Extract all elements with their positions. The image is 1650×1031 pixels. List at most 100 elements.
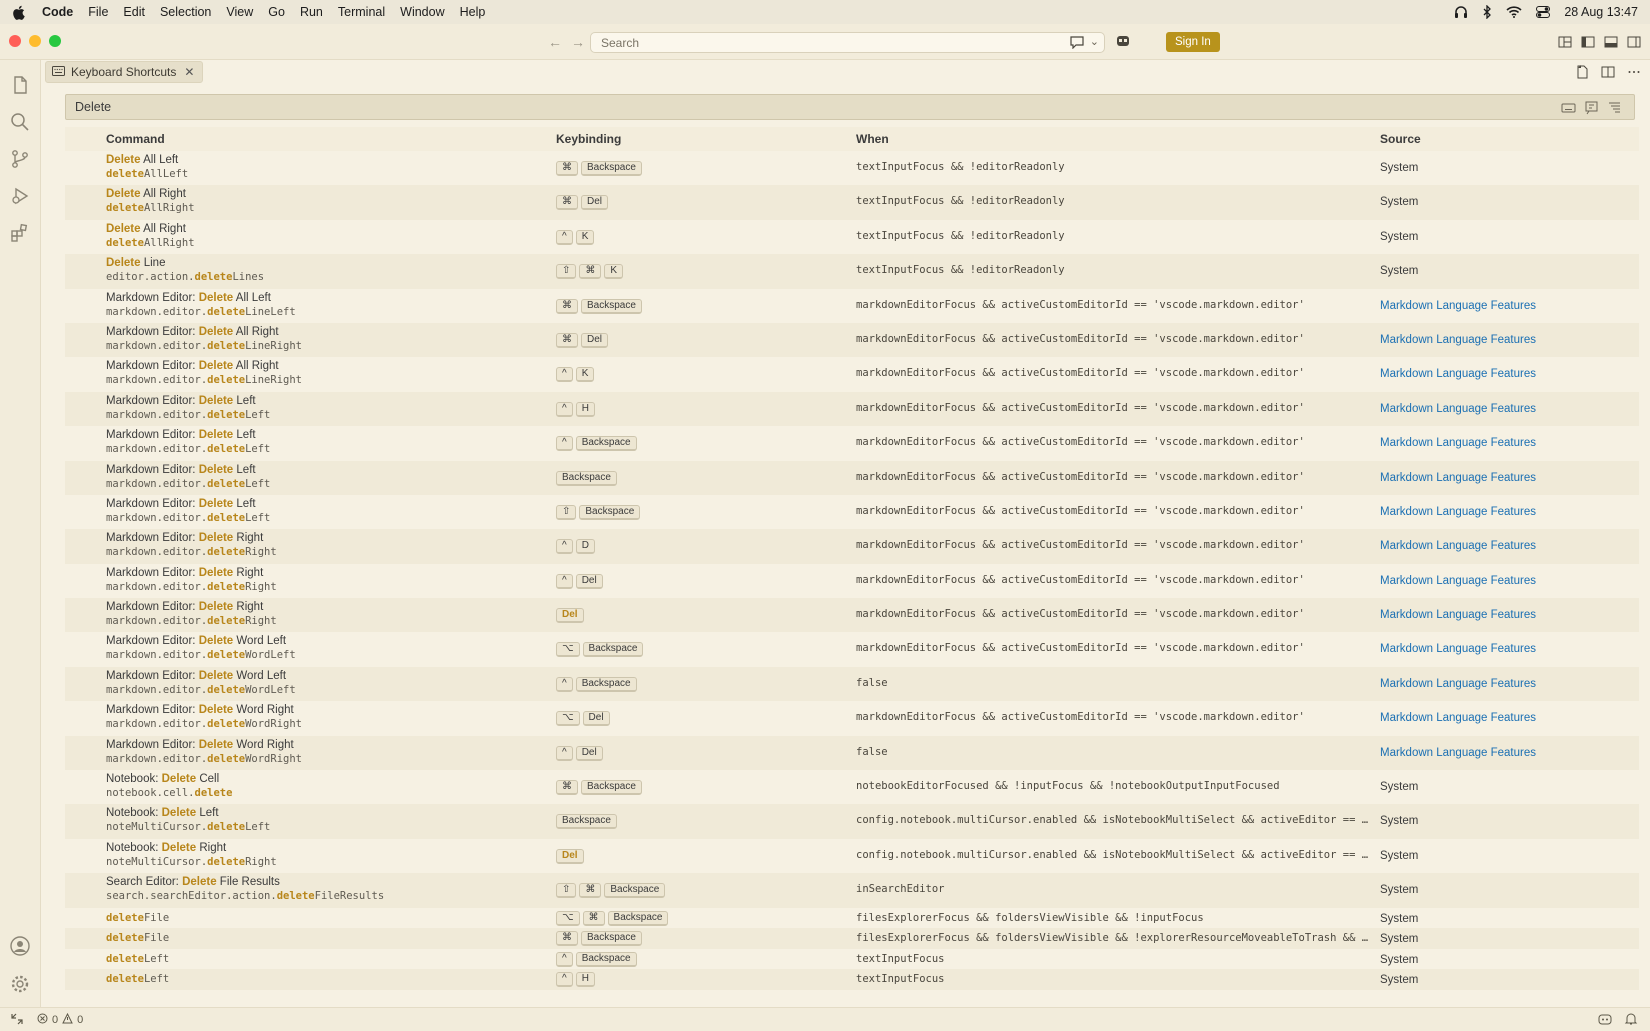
keybinding-cell[interactable]: ^ Backspace bbox=[556, 951, 637, 967]
window-minimize-button[interactable] bbox=[29, 35, 41, 47]
wifi-icon[interactable] bbox=[1506, 6, 1522, 18]
clear-filter-icon[interactable] bbox=[1607, 100, 1622, 115]
menu-view[interactable]: View bbox=[226, 5, 253, 19]
when-cell[interactable]: false bbox=[856, 746, 888, 758]
forward-arrow-icon[interactable]: → bbox=[571, 34, 585, 50]
control-center-icon[interactable] bbox=[1536, 6, 1551, 18]
table-row[interactable]: Delete All Right deleteAllRight ⌘ Del textIn… bbox=[65, 185, 1639, 220]
when-cell[interactable]: markdownEditorFocus && activeCustomEdito… bbox=[856, 333, 1305, 345]
table-row[interactable]: Markdown Editor: Delete Left markdown.edi… bbox=[65, 495, 1639, 529]
table-row[interactable]: Markdown Editor: Delete Word Right markdo… bbox=[65, 701, 1639, 735]
window-close-button[interactable] bbox=[9, 35, 21, 47]
when-cell[interactable]: markdownEditorFocus && activeCustomEdito… bbox=[856, 608, 1305, 620]
menu-help[interactable]: Help bbox=[460, 5, 486, 19]
command-center-search[interactable]: Search ⌄ bbox=[590, 32, 1105, 53]
header-when[interactable]: When bbox=[856, 132, 889, 146]
table-row[interactable]: Markdown Editor: Delete Word Right markdo… bbox=[65, 735, 1639, 771]
when-cell[interactable]: textInputFocus bbox=[856, 973, 945, 985]
close-icon[interactable]: ✕ bbox=[184, 65, 194, 79]
source-cell[interactable]: Markdown Language Features bbox=[1380, 472, 1536, 484]
when-cell[interactable]: markdownEditorFocus && activeCustomEdito… bbox=[856, 436, 1305, 448]
when-cell[interactable]: textInputFocus && !editorReadonly bbox=[856, 195, 1065, 207]
table-row[interactable]: Notebook: Delete Cell notebook.cell.delet… bbox=[65, 770, 1639, 804]
clock-datetime[interactable]: 28 Aug 13:47 bbox=[1564, 5, 1638, 19]
table-row[interactable]: Markdown Editor: Delete Left markdown.edi… bbox=[65, 391, 1639, 427]
table-row[interactable]: Search Editor: Delete File Results search… bbox=[65, 873, 1639, 908]
menu-file[interactable]: File bbox=[88, 5, 108, 19]
table-row[interactable]: Delete Line editor.action.deleteLines ⇧ ⌘ Kt… bbox=[65, 254, 1639, 289]
table-row[interactable]: deleteLeft ^ Backspace textInputFocus System bbox=[65, 949, 1639, 970]
keybinding-cell[interactable]: ⌘ Backspace bbox=[556, 298, 642, 314]
keybinding-cell[interactable]: Del bbox=[556, 848, 584, 864]
table-row[interactable]: Delete All Right deleteAllRight ^ KtextInpu… bbox=[65, 220, 1639, 254]
keybinding-cell[interactable]: ⌥ Del bbox=[556, 711, 610, 727]
table-row[interactable]: Markdown Editor: Delete Right markdown.ed… bbox=[65, 529, 1639, 564]
when-cell[interactable]: false bbox=[856, 677, 888, 689]
when-cell[interactable]: markdownEditorFocus && activeCustomEdito… bbox=[856, 711, 1305, 723]
source-cell[interactable]: Markdown Language Features bbox=[1380, 747, 1536, 759]
copilot-status-icon[interactable] bbox=[1598, 1012, 1612, 1029]
keybinding-cell[interactable]: ⌥ Backspace bbox=[556, 642, 644, 658]
apple-icon[interactable] bbox=[12, 4, 26, 20]
more-actions-icon[interactable] bbox=[1626, 64, 1642, 80]
window-maximize-button[interactable] bbox=[49, 35, 61, 47]
keybinding-cell[interactable]: ⌘ Backspace bbox=[556, 780, 642, 796]
source-cell[interactable]: Markdown Language Features bbox=[1380, 678, 1536, 690]
keybinding-cell[interactable]: Backspace bbox=[556, 470, 617, 486]
keybinding-cell[interactable]: Backspace bbox=[556, 814, 617, 830]
table-row[interactable]: Markdown Editor: Delete All Left markdown… bbox=[65, 289, 1639, 323]
table-row[interactable]: Markdown Editor: Delete Word Left markdow… bbox=[65, 666, 1639, 702]
remote-indicator-icon[interactable] bbox=[10, 1012, 24, 1029]
menu-selection[interactable]: Selection bbox=[160, 5, 211, 19]
chat-icon[interactable] bbox=[1070, 36, 1084, 52]
source-cell[interactable]: Markdown Language Features bbox=[1380, 506, 1536, 518]
when-cell[interactable]: config.notebook.multiCursor.enabled && i… bbox=[856, 814, 1371, 826]
split-editor-icon[interactable] bbox=[1600, 64, 1616, 80]
menu-app-name[interactable]: Code bbox=[42, 5, 73, 19]
source-cell[interactable]: Markdown Language Features bbox=[1380, 575, 1536, 587]
keybinding-cell[interactable]: ⌘ Del bbox=[556, 332, 609, 348]
header-command[interactable]: Command bbox=[106, 132, 165, 146]
when-cell[interactable]: textInputFocus bbox=[856, 953, 945, 965]
sign-in-button[interactable]: Sign In bbox=[1166, 32, 1220, 52]
table-row[interactable]: Notebook: Delete Left noteMultiCursor.del… bbox=[65, 804, 1639, 839]
keybinding-cell[interactable]: ^ D bbox=[556, 539, 595, 555]
menu-run[interactable]: Run bbox=[300, 5, 323, 19]
when-cell[interactable]: markdownEditorFocus && activeCustomEdito… bbox=[856, 299, 1305, 311]
when-cell[interactable]: markdownEditorFocus && activeCustomEdito… bbox=[856, 505, 1305, 517]
source-cell[interactable]: Markdown Language Features bbox=[1380, 609, 1536, 621]
table-row[interactable]: Markdown Editor: Delete Right markdown.ed… bbox=[65, 564, 1639, 598]
keybinding-cell[interactable]: ⌘ Del bbox=[556, 195, 609, 211]
sort-by-precedence-icon[interactable] bbox=[1584, 100, 1599, 115]
when-cell[interactable]: textInputFocus && !editorReadonly bbox=[856, 264, 1065, 276]
record-keys-icon[interactable] bbox=[1561, 100, 1576, 115]
keybinding-cell[interactable]: ⇧ Backspace bbox=[556, 504, 641, 520]
keybinding-cell[interactable]: ⇧ ⌘ K bbox=[556, 264, 624, 280]
table-row[interactable]: Markdown Editor: Delete Word Left markdow… bbox=[65, 632, 1639, 666]
keybinding-cell[interactable]: ^ Backspace bbox=[556, 436, 637, 452]
bluetooth-icon[interactable] bbox=[1482, 5, 1492, 19]
when-cell[interactable]: markdownEditorFocus && activeCustomEdito… bbox=[856, 539, 1305, 551]
keybinding-cell[interactable]: ^ H bbox=[556, 972, 595, 988]
keybinding-cell[interactable]: ⌘ Backspace bbox=[556, 931, 642, 947]
when-cell[interactable]: markdownEditorFocus && activeCustomEdito… bbox=[856, 367, 1305, 379]
header-source[interactable]: Source bbox=[1380, 132, 1421, 146]
keybinding-cell[interactable]: ⌥ ⌘ Backspace bbox=[556, 910, 669, 926]
when-cell[interactable]: markdownEditorFocus && activeCustomEdito… bbox=[856, 642, 1305, 654]
source-cell[interactable]: Markdown Language Features bbox=[1380, 712, 1536, 724]
keybinding-cell[interactable]: Del bbox=[556, 608, 584, 624]
keybinding-cell[interactable]: ^ Del bbox=[556, 745, 603, 761]
table-row[interactable]: Notebook: Delete Right noteMultiCursor.de… bbox=[65, 839, 1639, 873]
toggle-primary-sidebar-icon[interactable] bbox=[1580, 34, 1596, 50]
table-row[interactable]: Markdown Editor: Delete Right markdown.ed… bbox=[65, 598, 1639, 633]
when-cell[interactable]: textInputFocus && !editorReadonly bbox=[856, 161, 1065, 173]
toggle-secondary-sidebar-icon[interactable] bbox=[1626, 34, 1642, 50]
keybindings-search-input[interactable]: Delete bbox=[65, 94, 1635, 120]
source-cell[interactable]: Markdown Language Features bbox=[1380, 300, 1536, 312]
source-control-icon[interactable] bbox=[9, 148, 31, 170]
source-cell[interactable]: Markdown Language Features bbox=[1380, 540, 1536, 552]
table-row[interactable]: Markdown Editor: Delete All Right markdow… bbox=[65, 357, 1639, 391]
menu-go[interactable]: Go bbox=[268, 5, 285, 19]
problems-indicator[interactable]: 0 0 bbox=[37, 1012, 83, 1027]
when-cell[interactable]: filesExplorerFocus && foldersViewVisible… bbox=[856, 912, 1204, 924]
